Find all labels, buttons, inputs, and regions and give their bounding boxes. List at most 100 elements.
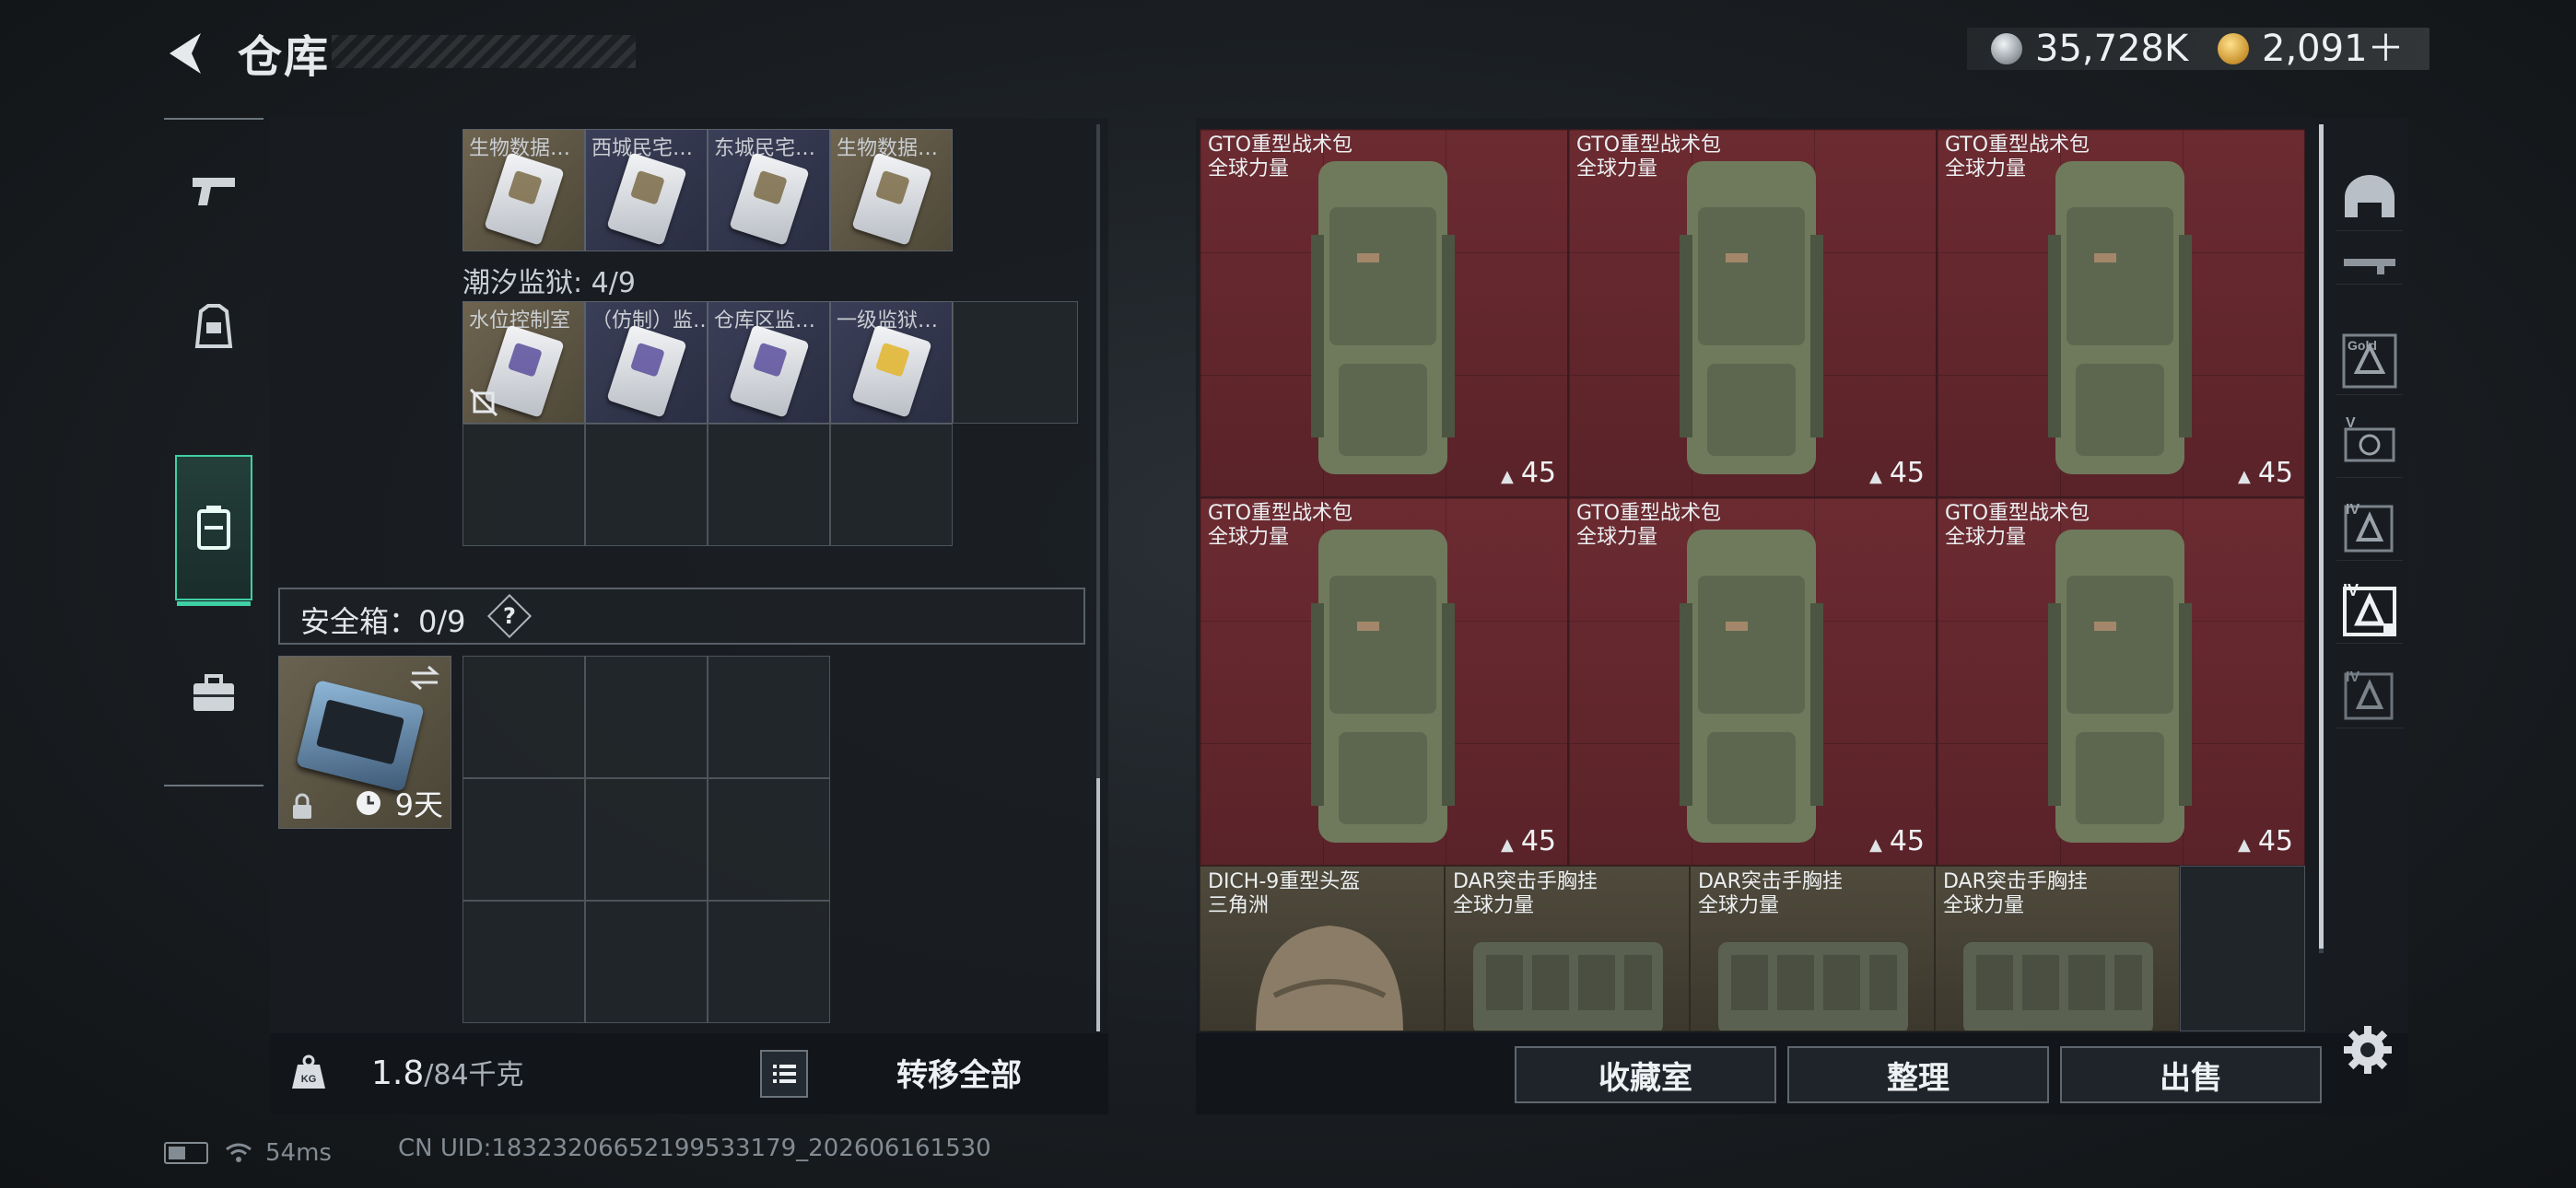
item-name: DAR突击手胸挂 全球力量: [1453, 870, 1598, 918]
keycard-item[interactable]: 西城民宅…: [585, 129, 708, 251]
keycard-icon: [606, 324, 687, 418]
weight-icon: KG: [292, 1054, 325, 1089]
empty-slot[interactable]: [953, 301, 1078, 424]
backpack-item[interactable]: GTO重型战术包全球力量 45: [1937, 129, 2305, 497]
weapon-tab[interactable]: [164, 122, 263, 260]
backpack-item[interactable]: GTO重型战术包全球力量 45: [1200, 497, 1568, 866]
item-title: GTO重型战术包: [1208, 134, 1353, 157]
keycard-item[interactable]: 水位控制室: [463, 301, 585, 424]
list-view-button[interactable]: [760, 1050, 808, 1098]
empty-slot[interactable]: [830, 424, 953, 546]
keycard-item[interactable]: 仓库区监…: [708, 301, 830, 424]
case-tab[interactable]: [164, 624, 263, 763]
clock-icon: [357, 791, 381, 815]
armor-level-icon: Gold: [2342, 333, 2397, 389]
swap-icon[interactable]: [408, 664, 441, 692]
favorites-button[interactable]: 收藏室: [1515, 1046, 1776, 1103]
keycard-item[interactable]: 一级监狱…: [830, 301, 953, 424]
item-name: DICH-9重型头盔 三角洲: [1208, 870, 1360, 918]
item-source: 全球力量: [1208, 157, 1290, 181]
transfer-all-button[interactable]: 转移全部: [896, 1050, 1022, 1095]
vest-item[interactable]: DAR突击手胸挂 全球力量: [1690, 866, 1935, 1031]
safe-slot[interactable]: [463, 656, 585, 778]
keycard-item[interactable]: 东城民宅…: [708, 129, 830, 251]
weight-current: 1.8: [371, 1054, 425, 1092]
empty-slot[interactable]: [463, 424, 585, 546]
backpack-item[interactable]: GTO重型战术包全球力量 45: [1568, 129, 1937, 497]
armor-level-icon: IV: [2344, 670, 2394, 720]
filter-rifle[interactable]: [2336, 247, 2403, 285]
safe-slot[interactable]: [585, 778, 708, 901]
filter-label: V: [2346, 415, 2356, 431]
weight-max: /84千克: [424, 1059, 524, 1091]
help-button[interactable]: ?: [486, 593, 533, 639]
safe-slot[interactable]: [585, 656, 708, 778]
safe-slot[interactable]: [463, 778, 585, 901]
category-rail: [164, 118, 263, 786]
vest-icon: [1473, 942, 1663, 1031]
inventory-scrollbar-thumb[interactable]: [2319, 124, 2324, 949]
svg-text:KG: KG: [301, 1074, 317, 1085]
filter-level-iv-c[interactable]: IV: [2336, 661, 2403, 728]
safe-slot[interactable]: [463, 901, 585, 1023]
item-capacity: 45: [1501, 457, 1556, 489]
back-arrow-icon[interactable]: [164, 29, 206, 77]
item-name: （仿制）监…: [591, 309, 708, 332]
armor-level-icon: IV: [2344, 502, 2394, 553]
storage-scrollbar-thumb[interactable]: [1096, 778, 1100, 1031]
backpack-item[interactable]: GTO重型战术包全球力量 45: [1200, 129, 1568, 497]
safe-box-duration: 9天: [394, 787, 443, 822]
backpack-item[interactable]: GTO重型战术包全球力量 45: [1937, 497, 2305, 866]
list-icon: [773, 1065, 796, 1083]
status-bar: 54ms: [164, 1135, 332, 1171]
weight-readout: 1.8/84千克: [371, 1052, 524, 1092]
item-title: GTO重型战术包: [1576, 134, 1722, 157]
item-source: 全球力量: [1945, 157, 2027, 181]
item-name: GTO重型战术包 全球力量: [1945, 134, 2090, 181]
item-source: 全球力量: [1945, 526, 2027, 549]
filter-label: IV: [2343, 581, 2359, 600]
safe-slot[interactable]: [708, 901, 830, 1023]
help-icon: ?: [503, 603, 516, 629]
safe-box-label: 安全箱：0/9: [300, 604, 466, 639]
storage-footer: KG 1.8/84千克 转移全部: [270, 1033, 1108, 1114]
keycard-icon: [729, 324, 810, 418]
filter-level-v[interactable]: V: [2336, 411, 2403, 478]
empty-slot[interactable]: [2180, 866, 2305, 1031]
sort-button[interactable]: 整理: [1787, 1046, 2049, 1103]
gold-balance[interactable]: 2,091＋: [2262, 28, 2405, 70]
currency-bar: 35,728K 2,091＋: [1967, 28, 2430, 70]
keycard-item[interactable]: 生物数据…: [463, 129, 585, 251]
gold-coin-icon: [2218, 33, 2249, 64]
filter-level-gold[interactable]: Gold: [2336, 328, 2403, 395]
armor-level-icon: IV: [2343, 581, 2396, 636]
vest-item[interactable]: DAR突击手胸挂 全球力量: [1935, 866, 2180, 1031]
filter-helmet[interactable]: [2336, 164, 2403, 231]
item-source: 全球力量: [1576, 157, 1658, 181]
sell-button[interactable]: 出售: [2060, 1046, 2322, 1103]
empty-slot[interactable]: [585, 424, 708, 546]
gear-icon[interactable]: [2340, 1022, 2395, 1077]
safe-slot[interactable]: [708, 656, 830, 778]
keycard-icon: [606, 152, 687, 246]
keycard-item[interactable]: 生物数据…: [830, 129, 953, 251]
item-source: 全球力量: [1208, 526, 1290, 549]
safe-slot[interactable]: [585, 901, 708, 1023]
item-name: GTO重型战术包 全球力量: [1945, 502, 2090, 550]
safe-slot[interactable]: [708, 778, 830, 901]
helmet-item[interactable]: DICH-9重型头盔 三角洲: [1200, 866, 1445, 1031]
item-name: GTO重型战术包 全球力量: [1576, 134, 1721, 181]
wifi-icon: [226, 1143, 252, 1162]
item-capacity: 45: [1869, 825, 1925, 857]
filter-level-iv-a[interactable]: IV: [2336, 494, 2403, 561]
safe-box-item[interactable]: 9天: [278, 656, 451, 829]
backpack-item[interactable]: GTO重型战术包全球力量 45: [1568, 497, 1937, 866]
storage-tab[interactable]: [175, 455, 252, 606]
keycard-item[interactable]: （仿制）监…: [585, 301, 708, 424]
empty-slot[interactable]: [708, 424, 830, 546]
equipment-tab[interactable]: [164, 258, 263, 396]
filter-level-iv-b[interactable]: IV: [2336, 577, 2403, 644]
vest-item[interactable]: DAR突击手胸挂 全球力量: [1445, 866, 1690, 1031]
item-capacity: 45: [1501, 825, 1556, 857]
rifle-icon: [2344, 259, 2395, 274]
